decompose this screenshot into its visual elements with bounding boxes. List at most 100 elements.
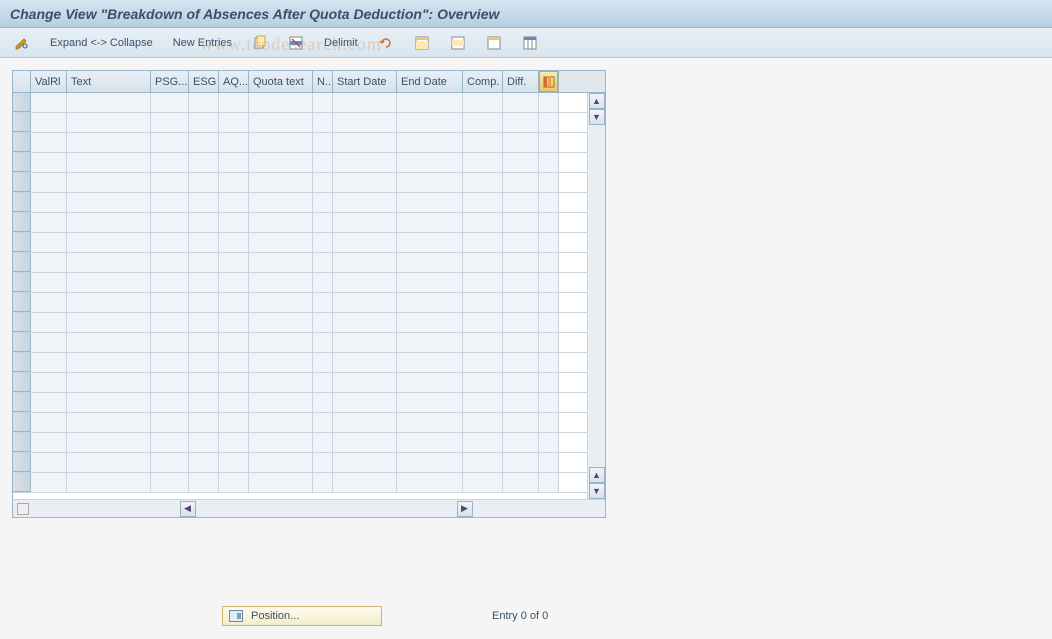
cell[interactable] — [539, 213, 559, 232]
cell[interactable] — [31, 253, 67, 272]
table-row[interactable] — [13, 93, 587, 113]
cell[interactable] — [539, 453, 559, 472]
cell[interactable] — [333, 453, 397, 472]
cell[interactable] — [313, 213, 333, 232]
cell[interactable] — [151, 173, 189, 192]
cell[interactable] — [539, 313, 559, 332]
row-selector[interactable] — [13, 473, 31, 492]
cell[interactable] — [463, 453, 503, 472]
row-selector[interactable] — [13, 413, 31, 432]
cell[interactable] — [219, 473, 249, 492]
cell[interactable] — [397, 373, 463, 392]
cell[interactable] — [249, 133, 313, 152]
cell[interactable] — [503, 173, 539, 192]
row-selector[interactable] — [13, 273, 31, 292]
cell[interactable] — [313, 353, 333, 372]
cell[interactable] — [463, 373, 503, 392]
select-all-button[interactable] — [408, 33, 436, 53]
cell[interactable] — [189, 253, 219, 272]
row-selector[interactable] — [13, 93, 31, 112]
cell[interactable] — [189, 373, 219, 392]
deselect-all-button[interactable] — [480, 33, 508, 53]
cell[interactable] — [151, 133, 189, 152]
table-row[interactable] — [13, 313, 587, 333]
col-start-date[interactable]: Start Date — [333, 71, 397, 92]
cell[interactable] — [539, 373, 559, 392]
horizontal-scrollbar[interactable] — [17, 503, 47, 515]
cell[interactable] — [463, 273, 503, 292]
cell[interactable] — [463, 393, 503, 412]
cell[interactable] — [539, 393, 559, 412]
cell[interactable] — [397, 153, 463, 172]
col-aq[interactable]: AQ... — [219, 71, 249, 92]
cell[interactable] — [539, 153, 559, 172]
table-config-button[interactable] — [539, 71, 559, 92]
row-selector[interactable] — [13, 373, 31, 392]
hscroll-thumb[interactable] — [17, 503, 29, 515]
cell[interactable] — [249, 293, 313, 312]
cell[interactable] — [397, 393, 463, 412]
cell[interactable] — [333, 433, 397, 452]
table-row[interactable] — [13, 133, 587, 153]
cell[interactable] — [463, 173, 503, 192]
cell[interactable] — [463, 93, 503, 112]
cell[interactable] — [151, 153, 189, 172]
cell[interactable] — [463, 473, 503, 492]
cell[interactable] — [333, 393, 397, 412]
cell[interactable] — [397, 433, 463, 452]
col-comp[interactable]: Comp. — [463, 71, 503, 92]
cell[interactable] — [503, 433, 539, 452]
row-selector[interactable] — [13, 433, 31, 452]
cell[interactable] — [67, 353, 151, 372]
cell[interactable] — [313, 133, 333, 152]
cell[interactable] — [313, 313, 333, 332]
col-esg[interactable]: ESG — [189, 71, 219, 92]
cell[interactable] — [249, 113, 313, 132]
cell[interactable] — [333, 113, 397, 132]
row-selector[interactable] — [13, 193, 31, 212]
cell[interactable] — [67, 133, 151, 152]
cell[interactable] — [151, 433, 189, 452]
row-selector[interactable] — [13, 293, 31, 312]
cell[interactable] — [397, 313, 463, 332]
cell[interactable] — [67, 433, 151, 452]
cell[interactable] — [397, 193, 463, 212]
row-selector[interactable] — [13, 453, 31, 472]
cell[interactable] — [31, 173, 67, 192]
cell[interactable] — [333, 193, 397, 212]
cell[interactable] — [333, 173, 397, 192]
cell[interactable] — [249, 233, 313, 252]
table-row[interactable] — [13, 233, 587, 253]
cell[interactable] — [397, 113, 463, 132]
cell[interactable] — [333, 273, 397, 292]
cell[interactable] — [151, 373, 189, 392]
cell[interactable] — [249, 393, 313, 412]
cell[interactable] — [189, 353, 219, 372]
expand-collapse-button[interactable]: Expand <-> Collapse — [44, 35, 159, 51]
cell[interactable] — [333, 313, 397, 332]
table-row[interactable] — [13, 473, 587, 493]
cell[interactable] — [333, 293, 397, 312]
table-row[interactable] — [13, 273, 587, 293]
cell[interactable] — [313, 233, 333, 252]
table-row[interactable] — [13, 393, 587, 413]
cell[interactable] — [219, 173, 249, 192]
cell[interactable] — [503, 273, 539, 292]
cell[interactable] — [219, 353, 249, 372]
cell[interactable] — [189, 433, 219, 452]
cell[interactable] — [189, 233, 219, 252]
cell[interactable] — [463, 333, 503, 352]
cell[interactable] — [189, 473, 219, 492]
cell[interactable] — [503, 113, 539, 132]
cell[interactable] — [397, 453, 463, 472]
cell[interactable] — [219, 293, 249, 312]
cell[interactable] — [397, 333, 463, 352]
cell[interactable] — [397, 413, 463, 432]
cell[interactable] — [189, 133, 219, 152]
cell[interactable] — [249, 253, 313, 272]
cell[interactable] — [313, 473, 333, 492]
cell[interactable] — [313, 293, 333, 312]
select-block-button[interactable] — [444, 33, 472, 53]
cell[interactable] — [503, 193, 539, 212]
cell[interactable] — [333, 93, 397, 112]
